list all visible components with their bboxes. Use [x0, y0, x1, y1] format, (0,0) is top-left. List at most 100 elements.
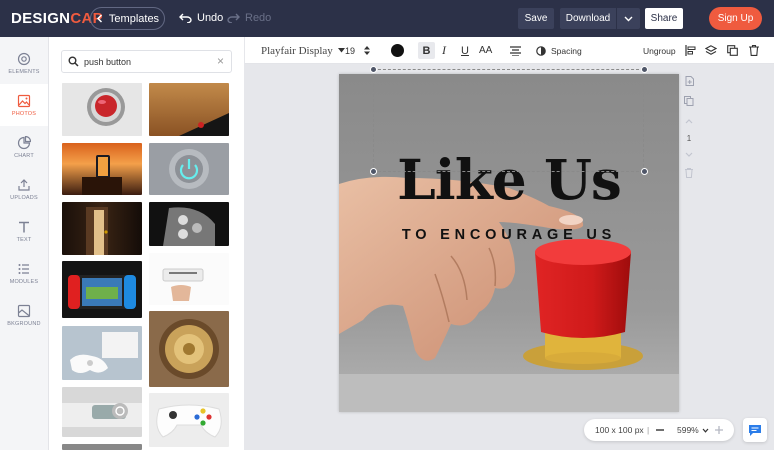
spacing-label: Spacing	[551, 45, 582, 56]
rail-item-elements[interactable]: ELEMENTS	[0, 42, 48, 84]
download-options-button[interactable]	[616, 8, 640, 29]
photo-thumbnail[interactable]	[62, 143, 142, 195]
page-number: 1	[686, 133, 692, 143]
layers-button[interactable]	[704, 37, 718, 64]
delete-page-button[interactable]	[682, 166, 696, 180]
add-page-button[interactable]	[682, 74, 696, 88]
underline-button[interactable]: U	[461, 37, 469, 64]
zoom-in-button[interactable]	[715, 419, 723, 441]
chart-icon	[17, 135, 31, 149]
subline-text[interactable]: TO ENCOURAGE US	[339, 227, 679, 243]
photo-thumbnail[interactable]	[149, 202, 229, 246]
minus-icon	[656, 429, 664, 431]
rail-item-photos[interactable]: PHOTOS	[0, 84, 48, 126]
headline-text[interactable]: Like Us	[339, 152, 679, 207]
ungroup-button[interactable]: Ungroup	[643, 37, 676, 64]
search-input[interactable]	[84, 56, 204, 67]
zoom-bar: 100 x 100 px | 599%	[584, 419, 734, 441]
rail-label: UPLOADS	[10, 194, 38, 201]
duplicate-button[interactable]	[725, 37, 739, 64]
save-button[interactable]: Save	[518, 8, 554, 29]
resize-handle[interactable]	[370, 66, 377, 73]
bold-button[interactable]: B	[418, 42, 435, 59]
page-up-button[interactable]	[682, 114, 696, 128]
redo-icon	[227, 13, 240, 23]
copy-page-icon	[684, 96, 694, 106]
rail-item-uploads[interactable]: UPLOADS	[0, 168, 48, 210]
photo-search-box: ×	[61, 50, 232, 73]
resize-handle[interactable]	[370, 168, 377, 175]
align-objects-button[interactable]	[683, 37, 697, 64]
page-down-button[interactable]	[682, 147, 696, 161]
text-align-button[interactable]	[510, 37, 521, 64]
photo-thumbnail[interactable]	[62, 444, 142, 450]
delete-button[interactable]	[747, 37, 761, 64]
color-swatch	[391, 44, 404, 57]
spacing-button[interactable]: Spacing	[536, 37, 582, 64]
zoom-select[interactable]: 599%	[677, 419, 709, 441]
italic-button[interactable]: I	[442, 37, 446, 64]
console-power-button-photo	[62, 403, 142, 427]
chevron-down-icon	[702, 428, 709, 433]
top-bar: DESIGNCAP Templates Undo Redo Save Downl…	[0, 0, 774, 37]
chat-icon	[749, 424, 761, 436]
font-family-select[interactable]: Playfair Display	[261, 37, 345, 64]
photo-thumbnail[interactable]	[62, 83, 142, 136]
rail-item-chart[interactable]: CHART	[0, 126, 48, 168]
photo-thumbnail[interactable]	[62, 261, 142, 318]
resize-handle[interactable]	[641, 168, 648, 175]
chevron-down-icon	[685, 152, 693, 157]
photo-thumbnail[interactable]	[149, 393, 229, 447]
rail-label: TEXT	[16, 236, 32, 243]
chevron-up-icon	[685, 118, 693, 123]
rail-label: BKGROUND	[7, 320, 41, 327]
undo-button[interactable]: Undo	[179, 12, 223, 24]
brass-dial-photo	[159, 319, 219, 379]
zoom-out-button[interactable]	[656, 419, 664, 441]
chevron-left-icon	[96, 14, 102, 23]
add-page-icon	[685, 76, 694, 86]
rail-item-background[interactable]: BKGROUND	[0, 294, 48, 336]
redo-label: Redo	[245, 12, 272, 24]
share-button[interactable]: Share	[645, 8, 683, 29]
font-size-stepper[interactable]: 19	[345, 37, 371, 64]
rail-item-text[interactable]: TEXT	[0, 210, 48, 252]
templates-button[interactable]: Templates	[90, 7, 165, 30]
duplicate-icon	[726, 45, 738, 56]
photo-thumbnail[interactable]	[62, 326, 142, 380]
redo-button[interactable]: Redo	[227, 12, 271, 24]
remote-control-photo	[179, 113, 229, 136]
spacing-icon	[536, 45, 546, 56]
layers-icon	[705, 45, 717, 55]
photos-panel: ×	[49, 37, 244, 450]
rail-item-modules[interactable]: MODULES	[0, 252, 48, 294]
background-icon	[17, 304, 31, 317]
text-color-picker[interactable]	[391, 37, 404, 64]
design-canvas[interactable]: Like Us TO ENCOURAGE US	[339, 74, 679, 412]
photo-thumbnail[interactable]	[149, 143, 229, 195]
photo-thumbnail[interactable]	[149, 311, 229, 387]
photo-thumbnail[interactable]	[149, 83, 229, 136]
rail-label: MODULES	[9, 278, 39, 285]
sunset-phone-photo	[82, 155, 122, 195]
download-button[interactable]: Download	[560, 8, 640, 29]
photo-thumbnail[interactable]	[62, 387, 142, 437]
canvas-dimensions: 100 x 100 px	[595, 425, 644, 435]
trash-icon	[685, 168, 693, 178]
door-photo	[86, 207, 108, 255]
photo-thumbnail[interactable]	[62, 202, 142, 255]
text-toolbar: Playfair Display 19 B I U AA Spacing Ung…	[245, 37, 774, 64]
rail-label: ELEMENTS	[8, 68, 40, 75]
download-label: Download	[565, 13, 611, 24]
clear-search-icon[interactable]: ×	[217, 54, 224, 68]
photo-thumbnail[interactable]	[149, 253, 229, 305]
resize-handle[interactable]	[641, 66, 648, 73]
search-icon	[62, 56, 84, 67]
hand-pushing-button-photo	[339, 74, 679, 412]
signup-button[interactable]: Sign Up	[709, 7, 762, 30]
text-case-button[interactable]: AA	[479, 37, 492, 64]
copy-page-button[interactable]	[682, 94, 696, 108]
chat-support-button[interactable]	[743, 418, 767, 442]
push-button-photo	[62, 83, 142, 136]
power-button-photo	[169, 149, 209, 189]
